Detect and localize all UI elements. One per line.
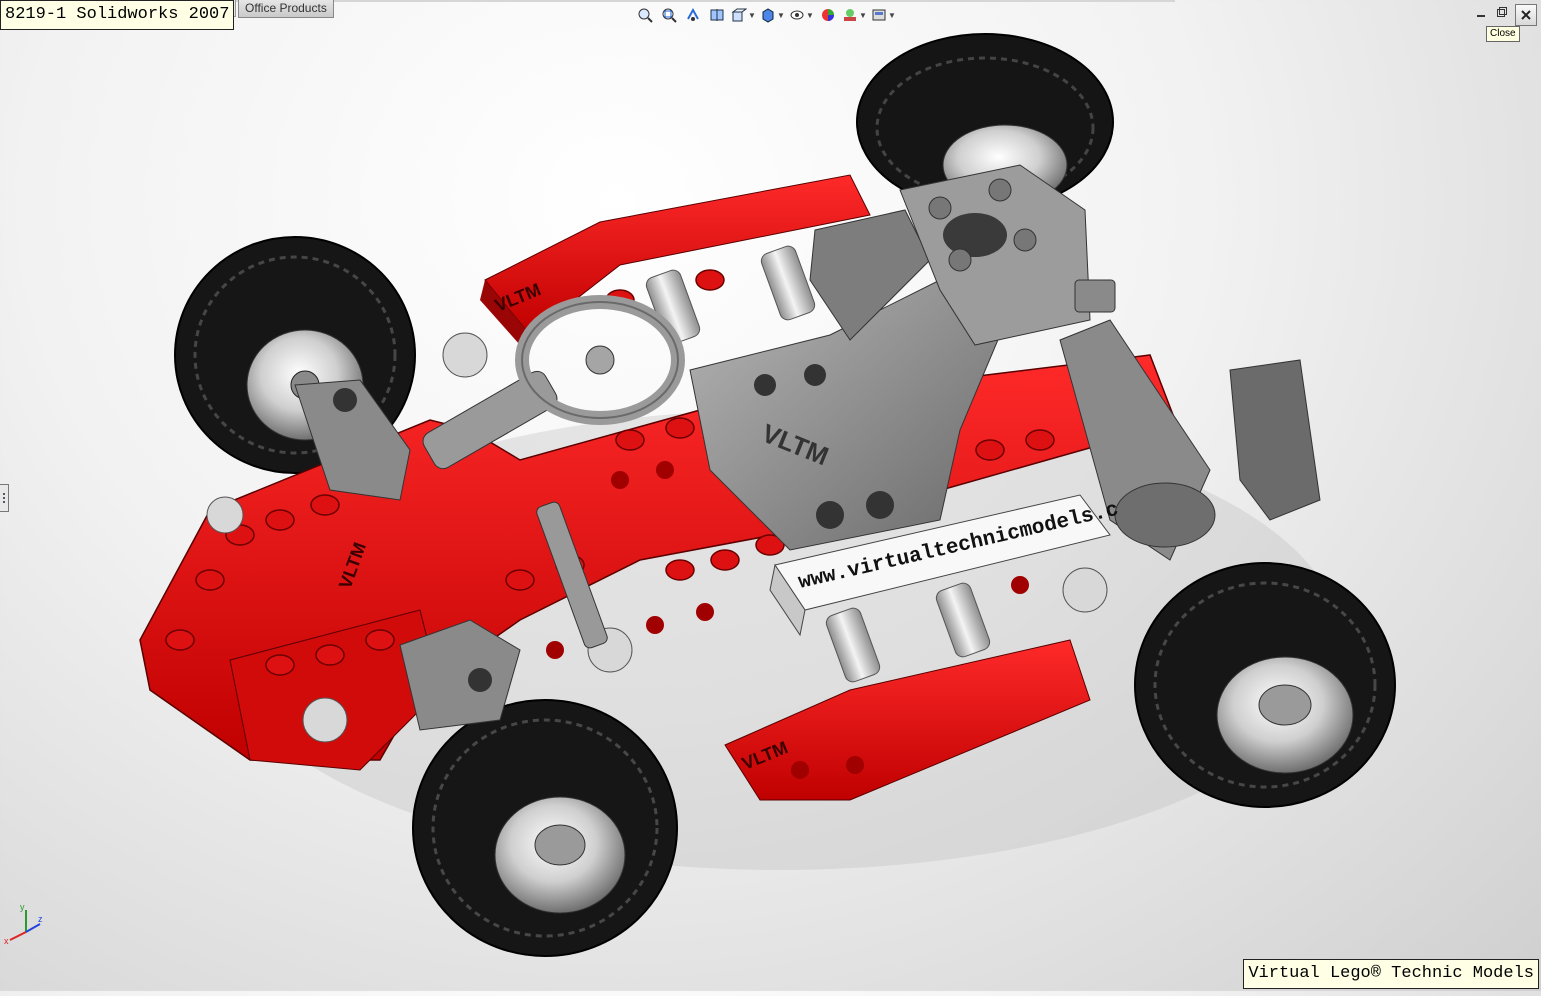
restore-icon[interactable]	[1494, 4, 1510, 20]
watermark-label: Virtual Lego® Technic Models	[1243, 959, 1539, 989]
hide-show-items-icon[interactable]: ▼	[788, 4, 815, 26]
zoom-to-area-icon[interactable]	[658, 4, 680, 26]
lego-kart-model[interactable]: www.virtualtechnicmodels.c VLTM VLTM VLT…	[0, 0, 1541, 991]
zoom-to-fit-icon[interactable]	[634, 4, 656, 26]
model-title-label: 8219-1 Solidworks 2007	[0, 0, 235, 30]
panel-collapse-handle[interactable]	[0, 484, 9, 512]
view-orientation-icon[interactable]: ▼	[730, 4, 757, 26]
heads-up-view-toolbar: ▼ ▼ ▼ ▼ ▼	[634, 2, 897, 28]
apply-scene-icon[interactable]: ▼	[841, 4, 868, 26]
close-tooltip: Close	[1486, 26, 1520, 42]
view-settings-icon[interactable]: ▼	[870, 4, 897, 26]
close-icon[interactable]	[1515, 4, 1537, 26]
section-view-icon[interactable]	[706, 4, 728, 26]
previous-view-icon[interactable]	[682, 4, 704, 26]
front-right-wheel[interactable]	[412, 699, 678, 957]
triad-x-label: x	[4, 936, 9, 946]
graphics-area[interactable]: www.virtualtechnicmodels.c VLTM VLTM VLT…	[0, 0, 1541, 991]
edit-appearance-icon[interactable]	[817, 4, 839, 26]
display-style-icon[interactable]: ▼	[759, 4, 786, 26]
rear-left-wheel[interactable]	[1134, 562, 1396, 808]
minimize-icon[interactable]	[1473, 4, 1489, 20]
triad-z-label: z	[38, 914, 43, 924]
reference-triad: y x z	[4, 902, 46, 951]
office-products-tab[interactable]: Office Products	[238, 0, 334, 18]
triad-y-label: y	[20, 902, 25, 912]
